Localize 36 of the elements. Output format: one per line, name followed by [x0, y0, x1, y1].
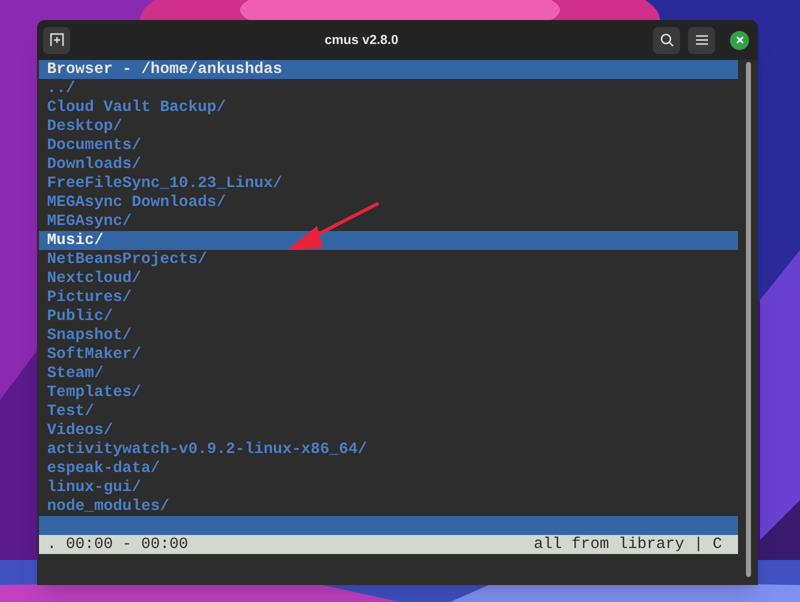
menu-icon — [696, 35, 708, 45]
new-tab-button[interactable] — [43, 26, 70, 54]
file-item[interactable]: Downloads/ — [39, 155, 738, 174]
file-item[interactable]: Pictures/ — [39, 288, 738, 307]
file-item[interactable]: Cloud Vault Backup/ — [39, 98, 738, 117]
file-item[interactable]: NetBeansProjects/ — [39, 250, 738, 269]
file-item[interactable]: Public/ — [39, 307, 738, 326]
file-item[interactable]: ../ — [39, 79, 738, 98]
file-item[interactable]: Documents/ — [39, 136, 738, 155]
file-item[interactable]: Templates/ — [39, 383, 738, 402]
file-item[interactable]: FreeFileSync_10.23_Linux/ — [39, 174, 738, 193]
library-mode: all from library | C — [534, 535, 722, 554]
close-button[interactable] — [730, 30, 749, 50]
browser-header: Browser - /home/ankushdas — [39, 60, 738, 79]
file-item[interactable]: MEGAsync Downloads/ — [39, 193, 738, 212]
file-item[interactable]: Nextcloud/ — [39, 269, 738, 288]
file-item[interactable]: node_modules/ — [39, 497, 738, 516]
file-item[interactable]: MEGAsync/ — [39, 212, 738, 231]
file-item[interactable]: Test/ — [39, 402, 738, 421]
file-item[interactable]: activitywatch-v0.9.2-linux-x86_64/ — [39, 440, 738, 459]
search-button[interactable] — [653, 26, 680, 54]
new-tab-icon — [50, 33, 64, 47]
window-title: cmus v2.8.0 — [324, 31, 400, 50]
file-item[interactable]: Snapshot/ — [39, 326, 738, 345]
file-item[interactable]: Music/ — [39, 231, 738, 250]
scrollbar[interactable] — [746, 62, 750, 577]
file-item[interactable]: SoftMaker/ — [39, 345, 738, 364]
file-item[interactable]: Steam/ — [39, 364, 738, 383]
file-item[interactable]: Videos/ — [39, 421, 738, 440]
file-item[interactable]: Desktop/ — [39, 117, 738, 136]
close-icon — [736, 36, 744, 44]
file-item[interactable]: espeak-data/ — [39, 459, 738, 478]
search-icon — [660, 33, 674, 47]
playback-position: . 00:00 - 00:00 — [47, 535, 188, 554]
menu-button[interactable] — [688, 26, 715, 54]
file-item[interactable]: linux-gui/ — [39, 478, 738, 497]
